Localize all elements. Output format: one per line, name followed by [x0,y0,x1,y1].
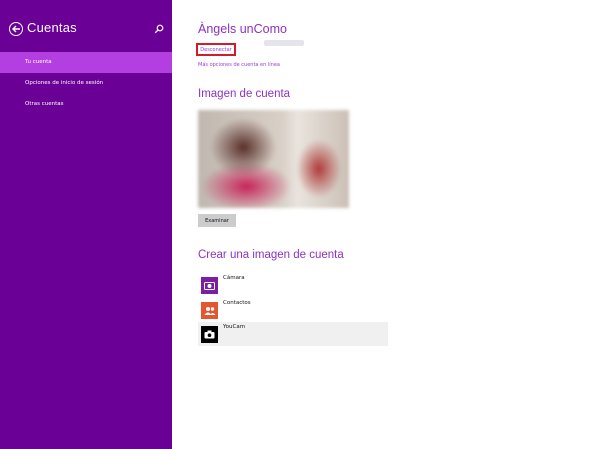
search-icon[interactable] [154,24,164,34]
create-image-title: Crear una imagen de cuenta [198,249,344,261]
app-label: Contactos [223,300,251,306]
sidebar-nav: Tu cuenta Opciones de inicio de sesión O… [0,52,172,115]
disconnect-link[interactable]: Desconectar [196,43,236,56]
contacts-glyph [204,307,215,315]
back-arrow-glyph [11,25,20,33]
youcam-icon [201,326,218,343]
app-camera[interactable]: Cámara [198,273,388,297]
sidebar-item-label: Tu cuenta [25,59,52,65]
browse-label: Examinar [205,217,229,224]
app-label: YouCam [223,324,246,330]
youcam-glyph [204,330,215,339]
app-contacts[interactable]: Contactos [198,298,388,322]
sidebar-item-other-accounts[interactable]: Otras cuentas [0,94,172,115]
browse-button[interactable]: Examinar [198,214,236,227]
account-name: Àngels unComo [198,22,287,36]
main-content: Àngels unComo Desconectar Más opciones d… [172,0,600,449]
account-email-blurred [264,40,304,46]
camera-icon [201,277,218,294]
sidebar-title: Cuentas [27,20,77,35]
account-image-title: Imagen de cuenta [198,88,291,100]
sidebar-item-sign-in-options[interactable]: Opciones de inicio de sesión [0,73,172,94]
app-label: Cámara [223,275,245,281]
sidebar-item-label: Otras cuentas [25,101,64,107]
account-photo [198,110,349,208]
back-arrow-icon[interactable] [9,22,23,36]
more-account-options-link[interactable]: Más opciones de cuenta en línea [198,62,280,68]
sidebar-item-label: Opciones de inicio de sesión [25,80,104,86]
sidebar: Cuentas Tu cuenta Opciones de inicio de … [0,0,172,449]
sidebar-item-your-account[interactable]: Tu cuenta [0,52,172,73]
app-youcam[interactable]: YouCam [198,322,388,346]
contacts-icon [201,302,218,319]
camera-glyph [204,282,215,290]
disconnect-label: Desconectar [200,46,232,53]
